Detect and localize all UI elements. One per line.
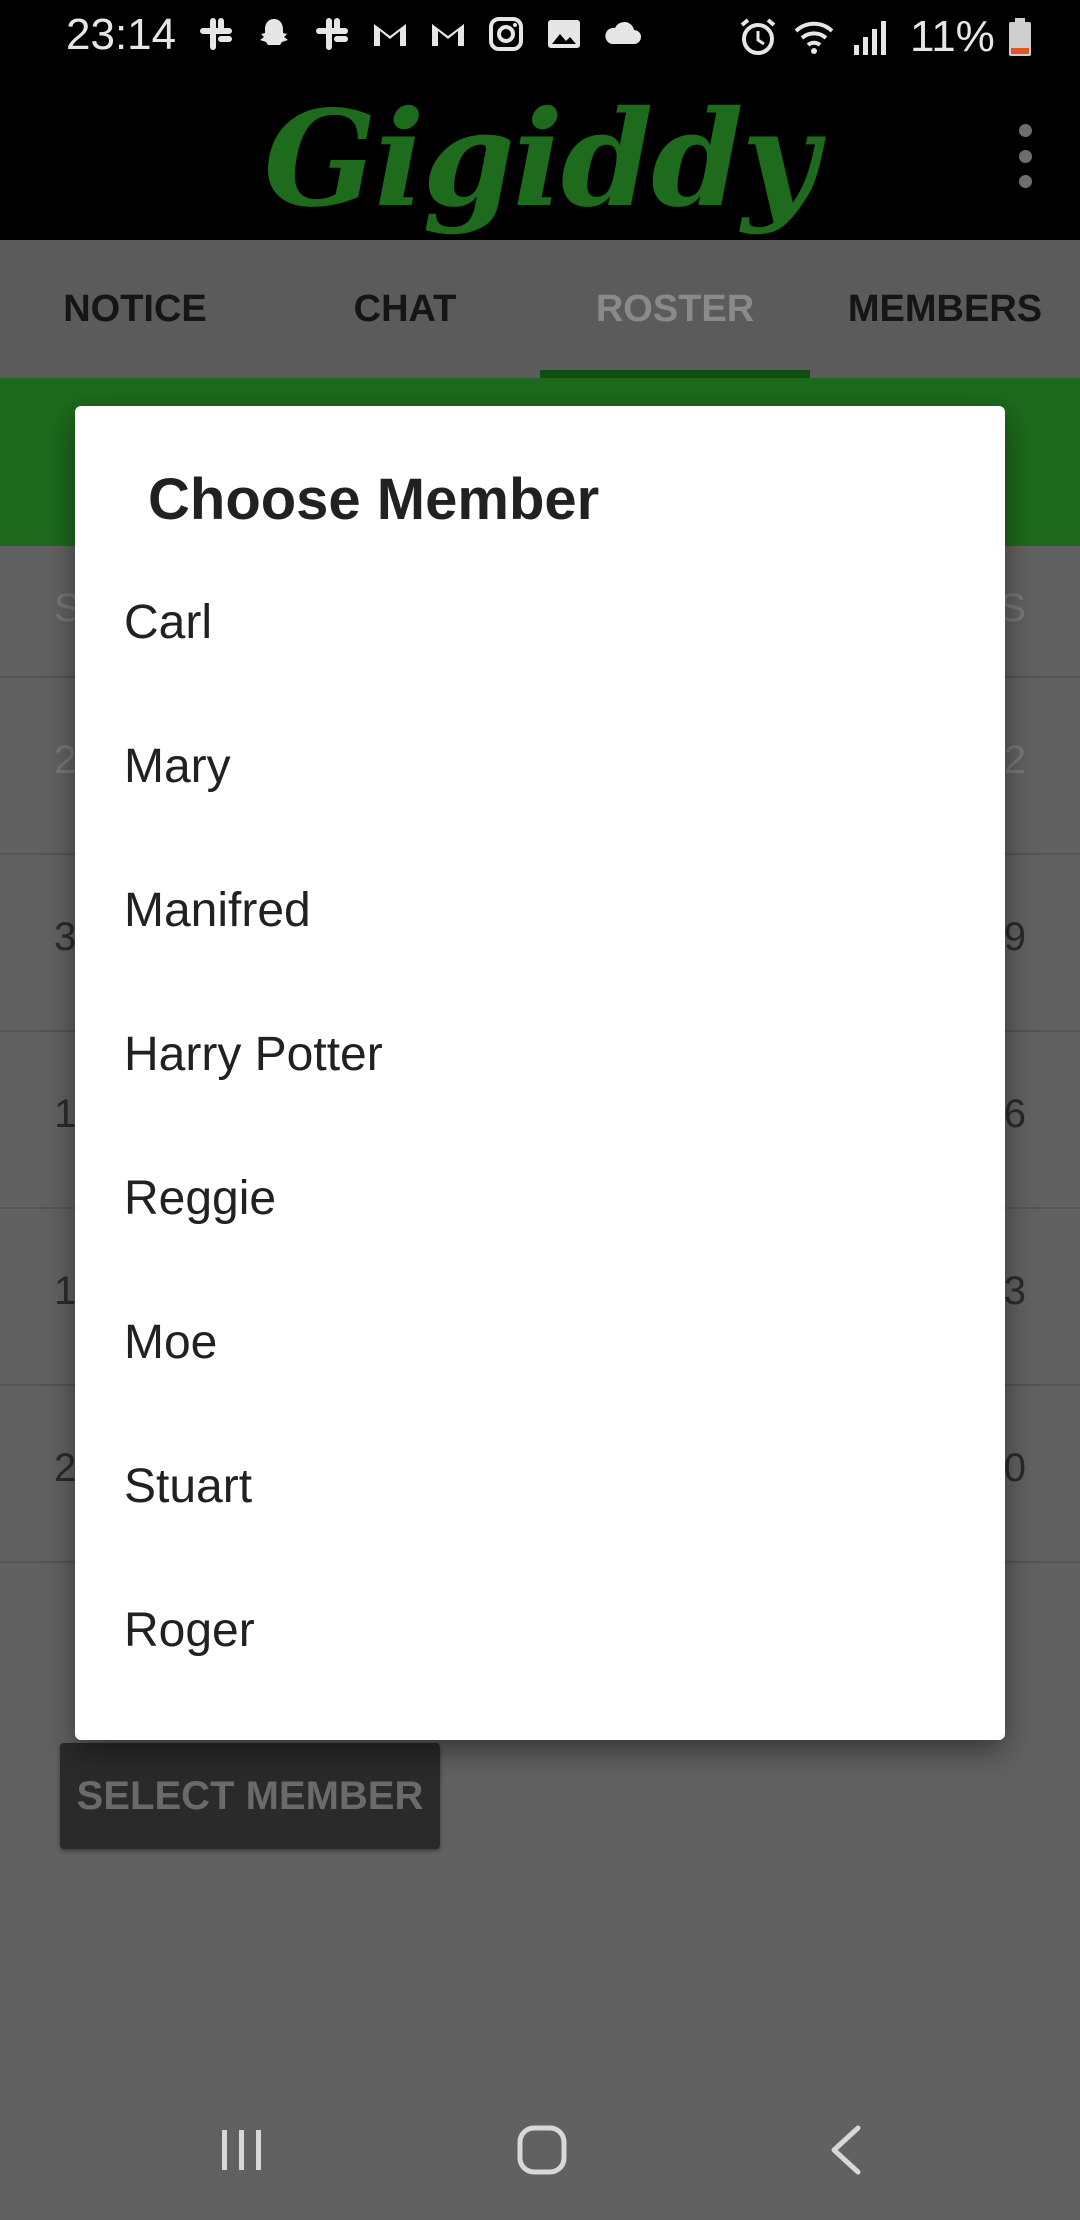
signal-icon: [854, 21, 886, 55]
battery-icon: [1008, 18, 1031, 56]
tab-notice[interactable]: NOTICE: [0, 240, 270, 378]
home-icon[interactable]: [512, 2120, 572, 2180]
alarm-icon: [740, 18, 776, 55]
gmail-icon: [374, 24, 406, 46]
row-left-cell: 2: [54, 738, 77, 782]
slack-icon: [200, 18, 232, 50]
member-option-reggie[interactable]: Reggie: [75, 1126, 1005, 1270]
notification-icons: [196, 14, 642, 54]
overflow-menu-icon[interactable]: [1000, 124, 1050, 188]
member-option-stuart[interactable]: Stuart: [75, 1414, 1005, 1558]
app-title: Gigiddy: [263, 82, 819, 237]
member-option-moe[interactable]: Moe: [75, 1270, 1005, 1414]
instagram-icon: [489, 17, 523, 51]
status-bar: 23:14 11%: [0, 0, 1080, 72]
row-right-cell: 3: [1003, 1269, 1026, 1313]
status-time: 23:14: [66, 10, 177, 59]
dialog-title: Choose Member: [148, 467, 600, 532]
member-option-harry-potter[interactable]: Harry Potter: [75, 982, 1005, 1126]
row-right-cell: 2: [1003, 738, 1026, 782]
app-bar: Gigiddy: [0, 72, 1080, 240]
recents-icon[interactable]: [212, 2120, 272, 2180]
snapchat-icon: [260, 19, 288, 45]
row-left-cell: 2: [54, 1446, 77, 1490]
gallery-icon: [548, 20, 580, 48]
row-left-cell: 1: [54, 1092, 77, 1136]
wifi-icon: [794, 21, 834, 54]
row-left-cell: 1: [54, 1269, 77, 1313]
tab-bar: NOTICE CHAT ROSTER MEMBERS: [0, 240, 1080, 378]
choose-member-dialog: Choose Member Carl Mary Manifred Harry P…: [75, 406, 1005, 1740]
member-option-roger[interactable]: Roger: [75, 1558, 1005, 1702]
row-left-cell: 3: [54, 915, 77, 959]
slack-icon: [316, 18, 348, 50]
battery-percent: 11%: [910, 12, 995, 61]
member-list: Carl Mary Manifred Harry Potter Reggie M…: [75, 550, 1005, 1702]
system-icons: 11%: [736, 12, 1033, 62]
row-right-cell: 6: [1003, 1092, 1026, 1136]
member-option-carl[interactable]: Carl: [75, 550, 1005, 694]
member-option-manifred[interactable]: Manifred: [75, 838, 1005, 982]
select-member-button: SELECT MEMBER: [60, 1743, 440, 1849]
navigation-bar: [0, 2080, 1080, 2220]
tab-chat[interactable]: CHAT: [270, 240, 540, 378]
tab-members[interactable]: MEMBERS: [810, 240, 1080, 378]
back-icon[interactable]: [818, 2120, 878, 2180]
cloud-icon: [605, 21, 641, 44]
tab-roster[interactable]: ROSTER: [540, 240, 810, 378]
row-right-cell: 0: [1003, 1446, 1026, 1490]
gmail-icon: [432, 24, 464, 46]
row-right-cell: 9: [1003, 915, 1026, 959]
member-option-mary[interactable]: Mary: [75, 694, 1005, 838]
